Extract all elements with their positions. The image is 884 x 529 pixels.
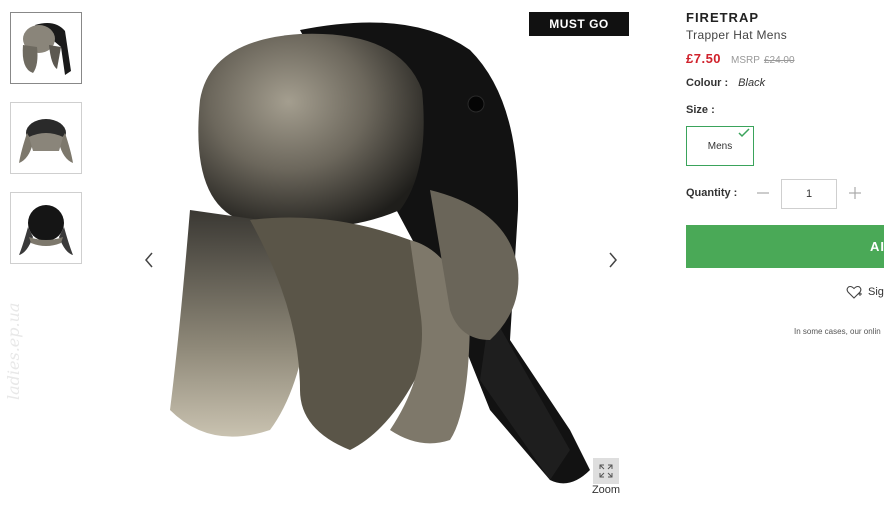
add-to-bag-label: AI	[870, 239, 884, 254]
colour-label: Colour :	[686, 77, 729, 89]
thumbnail-1[interactable]	[10, 12, 82, 84]
wishlist-label: Sig	[868, 286, 884, 298]
size-label: Size :	[686, 104, 715, 116]
chevron-left-icon	[145, 252, 153, 268]
zoom-button[interactable]: Zoom	[586, 458, 626, 498]
hat-thumbnail-back	[19, 119, 73, 163]
msrp-label: MSRP	[731, 55, 760, 66]
chevron-right-icon	[609, 252, 617, 268]
product-brand[interactable]: FIRETRAP	[686, 10, 759, 25]
thumbnail-2[interactable]	[10, 102, 82, 174]
product-name: Trapper Hat Mens	[686, 28, 788, 42]
quantity-increase-button[interactable]	[848, 186, 862, 200]
expand-icon	[593, 458, 619, 484]
trapper-hat-image	[170, 22, 590, 484]
wishlist-link[interactable]: Sig	[846, 285, 884, 299]
size-option-label: Mens	[707, 140, 733, 152]
current-price: £7.50	[686, 51, 722, 66]
site-watermark: ladies.ep.ua	[4, 302, 23, 400]
price-row: £7.50 MSRP £24.00	[686, 51, 795, 66]
colour-value: Black	[738, 77, 766, 89]
hat-thumbnail-front	[22, 23, 71, 75]
thumbnail-3[interactable]	[10, 192, 82, 264]
quantity-decrease-button[interactable]	[756, 186, 770, 200]
msrp-price: £24.00	[763, 55, 795, 66]
hat-thumbnail-top	[19, 205, 73, 255]
checkmark-icon	[738, 128, 750, 138]
main-product-image[interactable]	[150, 10, 620, 510]
disclaimer-note: In some cases, our onlin	[794, 327, 881, 336]
previous-image-arrow[interactable]	[142, 250, 156, 270]
heart-plus-icon	[846, 285, 862, 299]
quantity-label: Quantity :	[686, 187, 738, 199]
size-option-mens[interactable]: Mens	[686, 126, 754, 166]
plus-icon	[849, 187, 861, 199]
add-to-bag-button[interactable]: AI	[686, 225, 884, 268]
minus-icon	[757, 192, 769, 194]
colour-row: Colour : Black	[686, 77, 765, 89]
quantity-input[interactable]: 1	[781, 179, 837, 209]
next-image-arrow[interactable]	[606, 250, 620, 270]
must-go-badge: MUST GO	[529, 12, 629, 36]
zoom-label: Zoom	[591, 484, 621, 496]
